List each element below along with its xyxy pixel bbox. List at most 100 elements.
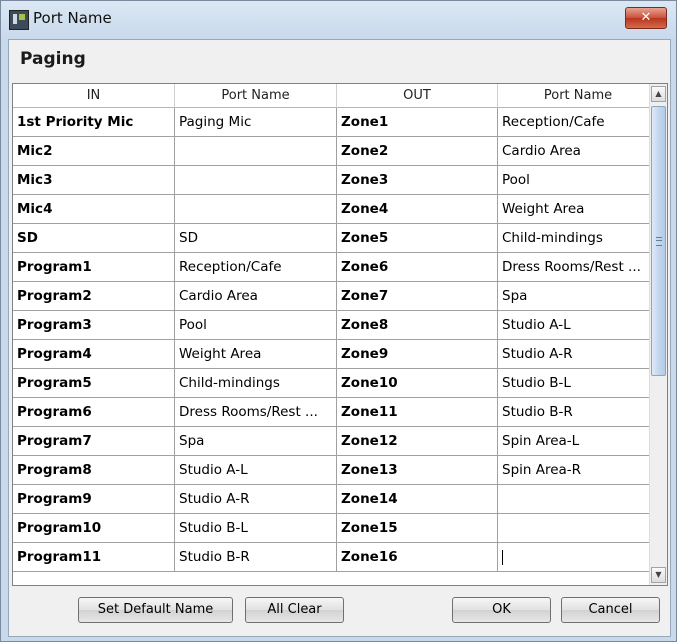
column-header-in-port-name[interactable]: Port Name — [175, 84, 337, 108]
in-port-cell: Program3 — [13, 311, 175, 340]
in-port-cell: Mic2 — [13, 137, 175, 166]
in-port-cell: 1st Priority Mic — [13, 108, 175, 137]
table-row: Program8 Studio A-L Zone13 Spin Area-R — [13, 456, 659, 485]
table-row: Mic2 Zone2 Cardio Area — [13, 137, 659, 166]
in-port-name-cell[interactable]: Studio B-L — [175, 514, 337, 543]
in-port-name-cell[interactable]: Paging Mic — [175, 108, 337, 137]
out-port-name-cell[interactable]: Studio A-R — [498, 340, 659, 369]
scroll-up-arrow-icon[interactable]: ▲ — [651, 86, 666, 102]
in-port-name-cell[interactable]: SD — [175, 224, 337, 253]
out-port-name-cell[interactable]: Studio B-L — [498, 369, 659, 398]
out-port-name-cell[interactable]: Weight Area — [498, 195, 659, 224]
in-port-cell: Program10 — [13, 514, 175, 543]
in-port-name-cell[interactable]: Studio A-L — [175, 456, 337, 485]
in-port-name-cell[interactable]: Reception/Cafe — [175, 253, 337, 282]
in-port-name-cell[interactable]: Pool — [175, 311, 337, 340]
in-port-name-cell[interactable]: Dress Rooms/Rest ... — [175, 398, 337, 427]
table-row: Mic4 Zone4 Weight Area — [13, 195, 659, 224]
in-port-cell: Program9 — [13, 485, 175, 514]
out-port-cell: Zone16 — [337, 543, 498, 572]
set-default-name-label: Set Default Name — [97, 602, 214, 617]
in-port-name-cell[interactable] — [175, 166, 337, 195]
close-button[interactable]: ✕ — [625, 7, 667, 29]
out-port-name-cell[interactable]: Spin Area-L — [498, 427, 659, 456]
in-port-cell: Program1 — [13, 253, 175, 282]
table-row: SD SD Zone5 Child-mindings — [13, 224, 659, 253]
table-row: Program7 Spa Zone12 Spin Area-L — [13, 427, 659, 456]
table-row: Program2 Cardio Area Zone7 Spa — [13, 282, 659, 311]
table-row: Program11 Studio B-R Zone16 — [13, 543, 659, 572]
out-port-name-cell[interactable] — [498, 543, 659, 572]
out-port-name-cell[interactable] — [498, 485, 659, 514]
in-port-cell: Program5 — [13, 369, 175, 398]
in-port-name-cell[interactable]: Studio B-R — [175, 543, 337, 572]
out-port-cell: Zone6 — [337, 253, 498, 282]
title-bar[interactable]: Port Name ✕ — [1, 1, 676, 39]
port-name-grid: IN Port Name OUT Port Name 1st Priority … — [12, 83, 668, 586]
scrollbar-thumb[interactable] — [651, 106, 666, 376]
out-port-cell: Zone3 — [337, 166, 498, 195]
out-port-cell: Zone12 — [337, 427, 498, 456]
text-caret — [502, 549, 503, 565]
in-port-name-cell[interactable] — [175, 195, 337, 224]
scroll-down-arrow-icon[interactable]: ▼ — [651, 567, 666, 583]
out-port-cell: Zone14 — [337, 485, 498, 514]
out-port-cell: Zone13 — [337, 456, 498, 485]
column-header-out-port-name[interactable]: Port Name — [498, 84, 659, 108]
in-port-name-cell[interactable] — [175, 137, 337, 166]
table-row: 1st Priority Mic Paging Mic Zone1 Reception… — [13, 108, 659, 137]
in-port-name-cell[interactable]: Cardio Area — [175, 282, 337, 311]
column-header-out[interactable]: OUT — [337, 84, 498, 108]
in-port-cell: Program8 — [13, 456, 175, 485]
out-port-cell: Zone7 — [337, 282, 498, 311]
out-port-name-cell[interactable]: Child-mindings — [498, 224, 659, 253]
in-port-name-cell[interactable]: Child-mindings — [175, 369, 337, 398]
out-port-name-cell[interactable] — [498, 514, 659, 543]
table-row: Program9 Studio A-R Zone14 — [13, 485, 659, 514]
out-port-cell: Zone8 — [337, 311, 498, 340]
out-port-name-cell[interactable]: Studio A-L — [498, 311, 659, 340]
table-row: Program5 Child-mindings Zone10 Studio B-L — [13, 369, 659, 398]
out-port-cell: Zone4 — [337, 195, 498, 224]
table-row: Program3 Pool Zone8 Studio A-L — [13, 311, 659, 340]
cancel-label: Cancel — [588, 602, 633, 617]
in-port-name-cell[interactable]: Weight Area — [175, 340, 337, 369]
in-port-name-cell[interactable]: Studio A-R — [175, 485, 337, 514]
all-clear-button[interactable]: All Clear — [245, 597, 344, 623]
in-port-cell: SD — [13, 224, 175, 253]
ok-button[interactable]: OK — [452, 597, 551, 623]
out-port-cell: Zone5 — [337, 224, 498, 253]
out-port-cell: Zone1 — [337, 108, 498, 137]
out-port-name-cell[interactable]: Cardio Area — [498, 137, 659, 166]
section-title: Paging — [20, 49, 86, 69]
in-port-name-cell[interactable]: Spa — [175, 427, 337, 456]
out-port-cell: Zone10 — [337, 369, 498, 398]
all-clear-label: All Clear — [267, 602, 322, 617]
table-row: Program6 Dress Rooms/Rest ... Zone11 Studio… — [13, 398, 659, 427]
out-port-name-cell[interactable]: Studio B-R — [498, 398, 659, 427]
table-row: Program1 Reception/Cafe Zone6 Dress Rooms/R… — [13, 253, 659, 282]
in-port-cell: Program4 — [13, 340, 175, 369]
table-row: Program10 Studio B-L Zone15 — [13, 514, 659, 543]
out-port-name-cell[interactable]: Dress Rooms/Rest ... — [498, 253, 659, 282]
dialog-body: Paging IN Port Name OUT Port Name 1st Pr… — [8, 39, 671, 637]
in-port-cell: Program11 — [13, 543, 175, 572]
out-port-name-cell[interactable]: Reception/Cafe — [498, 108, 659, 137]
ok-label: OK — [492, 602, 511, 617]
window-title: Port Name — [33, 9, 112, 27]
out-port-name-cell[interactable]: Pool — [498, 166, 659, 195]
out-port-cell: Zone11 — [337, 398, 498, 427]
out-port-cell: Zone15 — [337, 514, 498, 543]
in-port-cell: Program2 — [13, 282, 175, 311]
out-port-name-cell[interactable]: Spin Area-R — [498, 456, 659, 485]
vertical-scrollbar[interactable]: ▲ ▼ — [649, 84, 667, 585]
set-default-name-button[interactable]: Set Default Name — [78, 597, 233, 623]
app-icon — [9, 10, 29, 30]
in-port-cell: Mic4 — [13, 195, 175, 224]
in-port-cell: Mic3 — [13, 166, 175, 195]
column-header-in[interactable]: IN — [13, 84, 175, 108]
table-row: Program4 Weight Area Zone9 Studio A-R — [13, 340, 659, 369]
port-name-dialog: Port Name ✕ Paging IN Port Name OUT Port… — [0, 0, 677, 642]
out-port-name-cell[interactable]: Spa — [498, 282, 659, 311]
cancel-button[interactable]: Cancel — [561, 597, 660, 623]
